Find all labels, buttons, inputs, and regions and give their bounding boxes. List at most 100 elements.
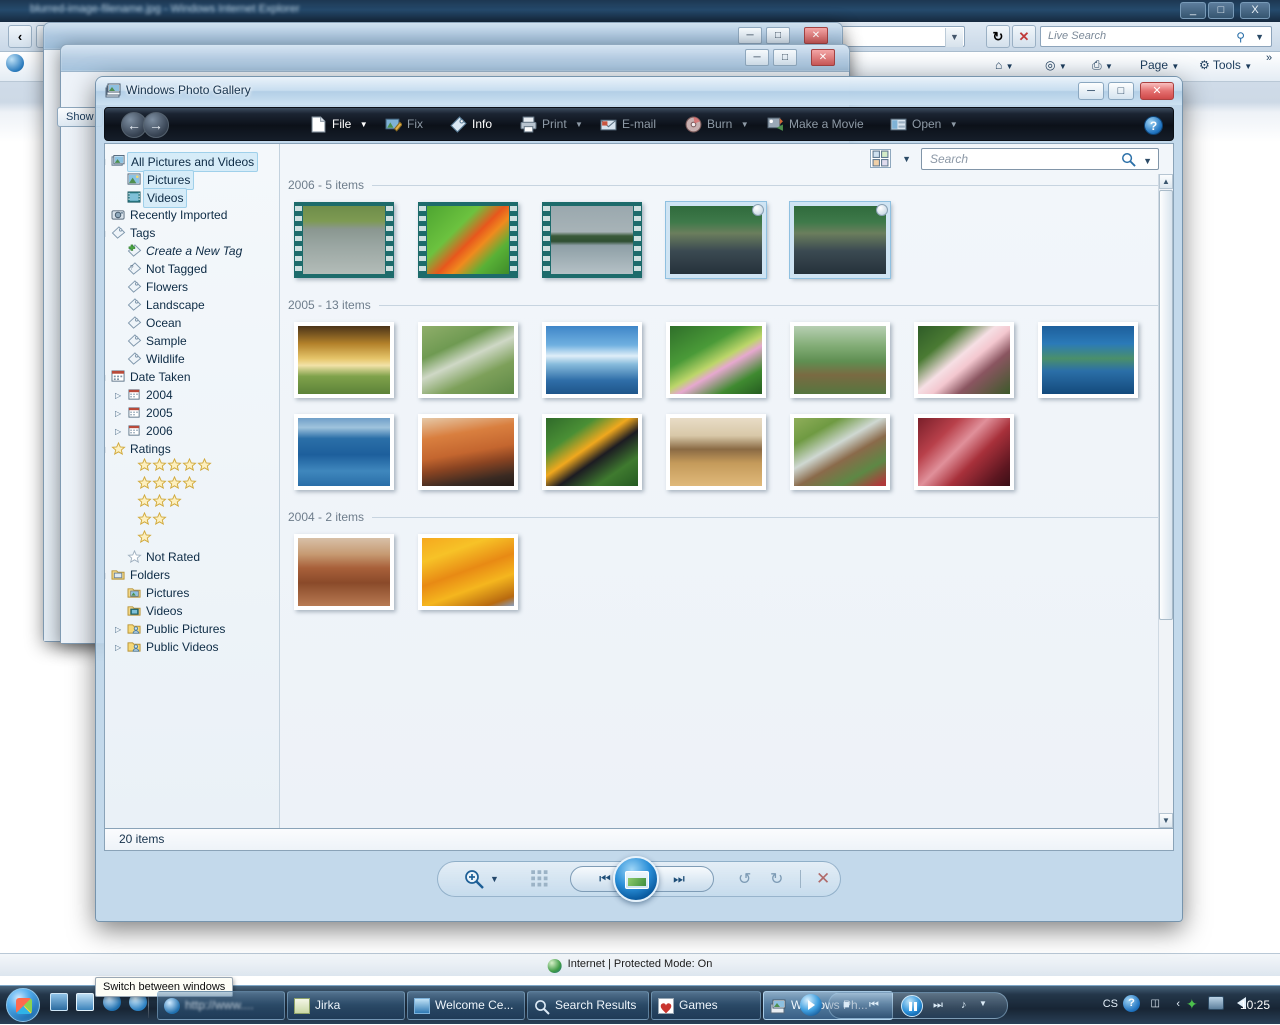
taskbar-button-search-results[interactable]: Search Results (527, 991, 649, 1020)
thumbnail-blue-lagoon-pier[interactable] (542, 322, 642, 398)
sidebar-item-rating-1[interactable] (105, 530, 279, 548)
ie-maximize-button[interactable]: □ (1208, 2, 1234, 19)
sidebar-item-folders[interactable]: ◢Folders (105, 566, 279, 584)
sidebar-item-all-pictures-and-videos[interactable]: ◢All Pictures and Videos (105, 152, 279, 170)
media-next-button[interactable]: ⏭ (933, 999, 943, 1012)
group-header[interactable]: 2006 - 5 items (288, 174, 1159, 196)
ie-home-icon[interactable]: ⌂ ▼ (995, 58, 1014, 72)
twisty-expanded-icon[interactable]: ◢ (105, 571, 108, 580)
photo-gallery-titlebar[interactable]: Windows Photo Gallery ─ □ ✕ (96, 77, 1182, 105)
thumbnail-green-leaves-flowers[interactable] (666, 322, 766, 398)
ie-titlebar[interactable]: blurred-image-filename.jpg - Windows Int… (0, 0, 1280, 22)
media-volume-caret-icon[interactable]: ▼ (979, 999, 987, 1008)
twisty-expanded-icon[interactable]: ◢ (105, 229, 108, 238)
search-icon[interactable] (1121, 152, 1136, 167)
start-button[interactable] (6, 988, 40, 1022)
bg2-minimize-button[interactable]: ─ (738, 27, 762, 44)
twisty-expanded-icon[interactable]: ◢ (105, 445, 108, 454)
ie-minimize-button[interactable]: _ (1180, 2, 1206, 19)
thumbnail-bear-in-river-video[interactable] (294, 202, 394, 278)
taskbar-button-games[interactable]: Games (651, 991, 761, 1020)
ie-stop-button[interactable]: ✕ (1012, 25, 1036, 48)
sidebar-item-sample[interactable]: Sample (105, 332, 279, 350)
background-window-3-titlebar[interactable] (61, 45, 849, 71)
pg-close-button[interactable]: ✕ (1140, 82, 1174, 100)
switch-windows-icon[interactable] (76, 993, 94, 1011)
toolbar-print-button[interactable]: Print ▼ (520, 114, 583, 136)
twisty-collapsed-icon[interactable]: ▷ (115, 409, 124, 418)
thumbnail-desert-oryx[interactable] (418, 414, 518, 490)
toolbar-info-button[interactable]: Info (450, 114, 492, 136)
help-button[interactable]: ? (1144, 116, 1163, 135)
thumbnail-desktop-screenshot-1[interactable] (666, 202, 766, 278)
help-tray-icon[interactable]: ? (1123, 995, 1140, 1012)
sidebar-item-rating-3[interactable] (105, 494, 279, 512)
twisty-collapsed-icon[interactable]: ▷ (115, 391, 124, 400)
pg-minimize-button[interactable]: ─ (1078, 82, 1104, 100)
media-volume-icon[interactable]: ♪ (961, 999, 967, 1011)
ie-live-search-input[interactable]: Live Search ⚲ ▼ (1040, 26, 1272, 47)
sidebar-item-date-taken[interactable]: ◢Date Taken (105, 368, 279, 386)
taskbar-button-ie[interactable]: http://www.... (157, 991, 285, 1020)
ie-live-search-caret-icon[interactable]: ▼ (1255, 32, 1264, 42)
sidebar-item-2004[interactable]: ▷2004 (105, 386, 279, 404)
ie-close-button[interactable]: X (1240, 2, 1270, 19)
sidebar-item-2005[interactable]: ▷2005 (105, 404, 279, 422)
taskbar-button-jirka[interactable]: Jirka (287, 991, 405, 1020)
toolbar-make-a-movie-button[interactable]: Make a Movie (767, 114, 864, 136)
thumbnail-sea-turtle[interactable] (1038, 322, 1138, 398)
sidebar-item-wildlife[interactable]: Wildlife (105, 350, 279, 368)
sidebar-item-2006[interactable]: ▷2006 (105, 422, 279, 440)
group-header[interactable]: 2004 - 2 items (288, 506, 1159, 528)
toolbar-file-button[interactable]: File ▼ (310, 114, 368, 136)
scroll-up-button[interactable]: ▲ (1159, 174, 1173, 189)
twisty-collapsed-icon[interactable]: ▷ (115, 625, 124, 634)
sidebar-item-rating-2[interactable] (105, 512, 279, 530)
bg2-close-button[interactable]: ✕ (804, 27, 828, 44)
taskbar-button-welcome-center[interactable]: Welcome Ce... (407, 991, 525, 1020)
ie-page-menu[interactable]: Page ▼ (1140, 58, 1179, 72)
sidebar-item-create-a-new-tag[interactable]: Create a New Tag (105, 242, 279, 260)
thumbnail-frangipani-flowers[interactable] (914, 322, 1014, 398)
clock[interactable]: 10:25 (1240, 998, 1270, 1012)
sidebar-item-landscape[interactable]: Landscape (105, 296, 279, 314)
sidebar-item-videos[interactable]: Videos (105, 602, 279, 620)
photo-gallery-window[interactable]: Windows Photo Gallery ─ □ ✕ ← → File ▼ (95, 76, 1183, 922)
thumbnail-autumn-sunset-tree[interactable] (294, 322, 394, 398)
search-input[interactable]: Search ▼ (921, 148, 1159, 170)
bg2-maximize-button[interactable]: □ (766, 27, 790, 44)
choose-thumbnail-view-button[interactable] (870, 149, 891, 168)
rotate-clockwise-button[interactable]: ↻ (770, 869, 783, 889)
ie-refresh-button[interactable]: ↻ (986, 25, 1010, 48)
thumbnail-butterfly-on-flower-video[interactable] (418, 202, 518, 278)
ie-address-dropdown-icon[interactable]: ▼ (945, 28, 963, 47)
scroll-thumb[interactable] (1159, 190, 1173, 620)
play-slideshow-button[interactable] (613, 856, 659, 902)
thumbnail-garden-waterfall[interactable] (790, 414, 890, 490)
media-player-launch-icon[interactable] (800, 994, 822, 1016)
group-header[interactable]: 2005 - 13 items (288, 294, 1159, 316)
sidebar-item-rating-4[interactable] (105, 476, 279, 494)
bg3-maximize-button[interactable]: □ (773, 49, 797, 66)
thumbnail-orange-daisies[interactable] (418, 534, 518, 610)
scroll-down-button[interactable]: ▼ (1159, 813, 1173, 828)
ie-print-icon[interactable]: ⎙ ▼ (1092, 58, 1113, 73)
twisty-collapsed-icon[interactable]: ▷ (115, 427, 124, 436)
thumbnail-whale-tail[interactable] (294, 414, 394, 490)
sidebar-item-flowers[interactable]: Flowers (105, 278, 279, 296)
thumbnail-lake-shore-video[interactable] (542, 202, 642, 278)
ie-live-search-icon[interactable]: ⚲ (1236, 30, 1245, 44)
search-caret-icon[interactable]: ▼ (1143, 156, 1152, 166)
ie-tools-menu[interactable]: ⚙ Tools ▼ (1199, 58, 1252, 72)
thumbnail-green-stream-meadow[interactable] (418, 322, 518, 398)
thumbnail-flooded-trees[interactable] (666, 414, 766, 490)
show-hidden-icons-button[interactable]: ‹ (1176, 998, 1180, 1010)
toolbar-open-button[interactable]: Open ▼ (890, 114, 958, 136)
gallery-scrollbar[interactable]: ▲ ▼ (1158, 174, 1173, 828)
toolbar-fix-button[interactable]: Fix (385, 114, 423, 136)
ie-feeds-icon[interactable]: ◎ ▼ (1045, 58, 1067, 72)
sidebar-item-tags[interactable]: ◢Tags (105, 224, 279, 242)
ie-overflow-icon[interactable]: » (1266, 52, 1272, 64)
sidebar-item-public-pictures[interactable]: ▷Public Pictures (105, 620, 279, 638)
ie-back-button[interactable]: ‹ (8, 25, 32, 48)
